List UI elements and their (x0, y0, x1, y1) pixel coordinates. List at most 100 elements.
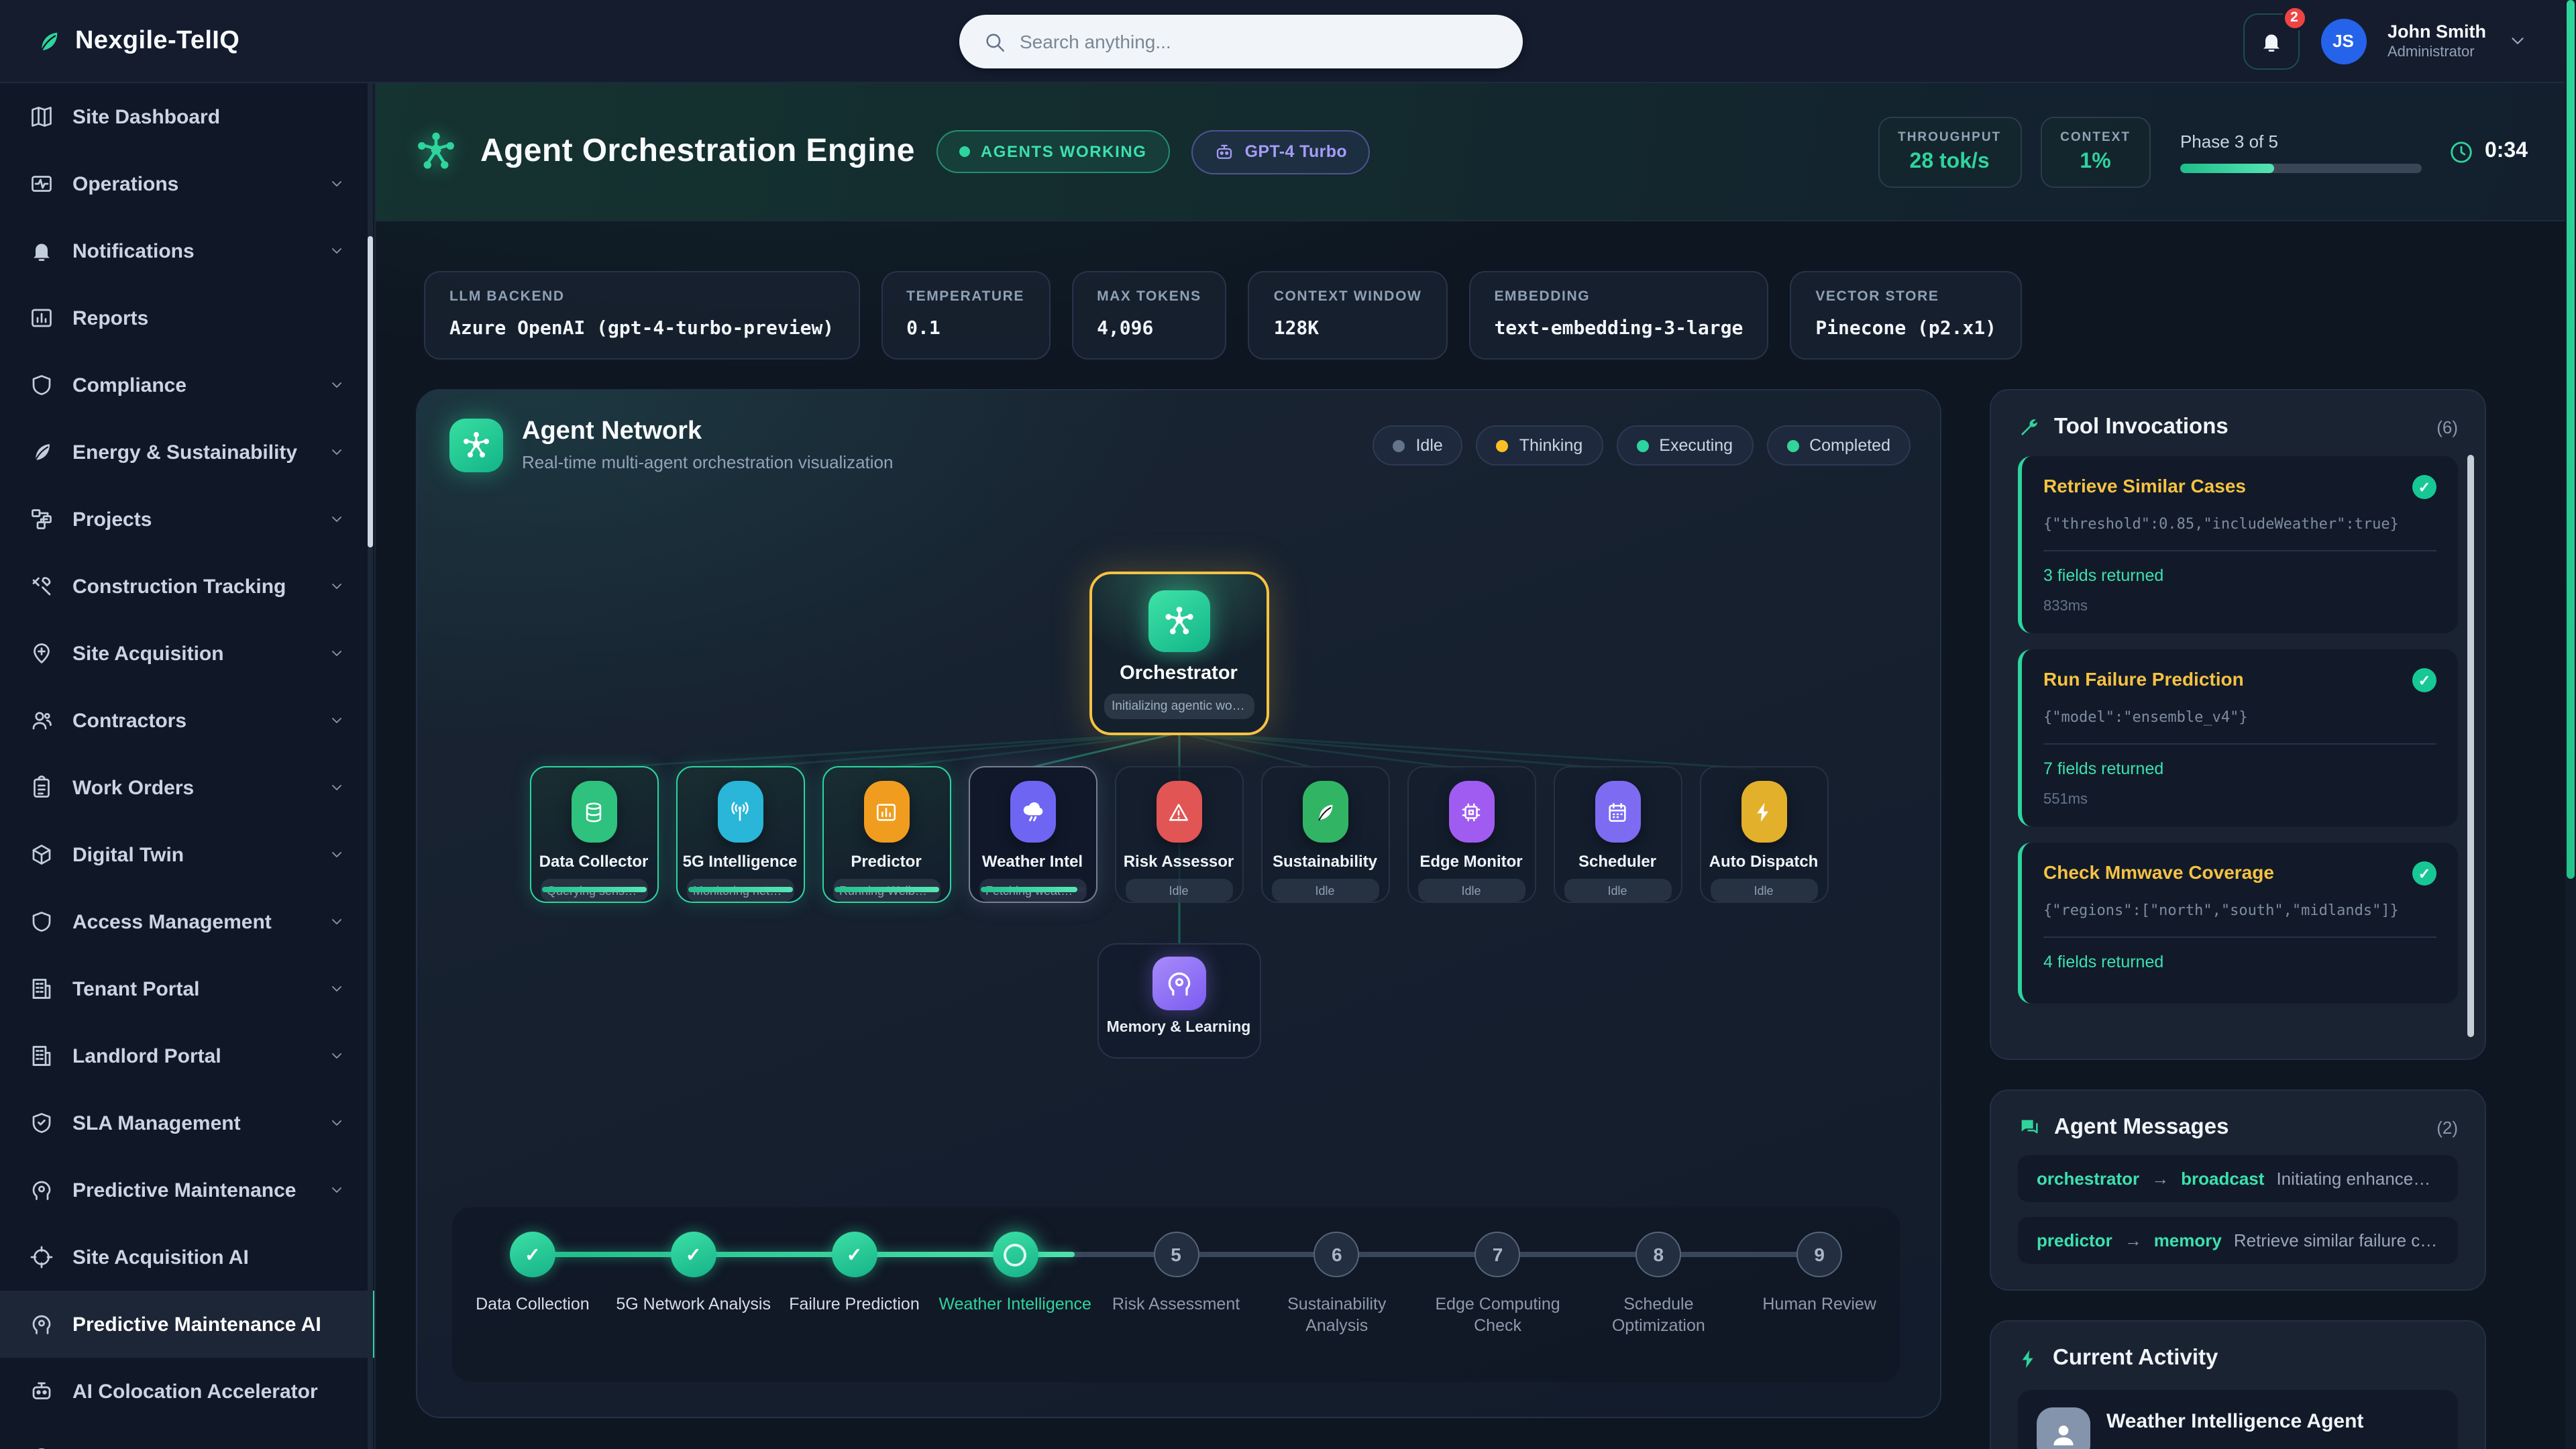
sidebar-item-reports[interactable]: Reports (0, 284, 374, 352)
sidebar-item-label: Predictive Maintenance (72, 1179, 296, 1201)
avatar[interactable]: JS (2320, 18, 2366, 64)
tool-args: {"model":"ensemble_v4"} (2043, 708, 2436, 726)
user-menu-chevron-icon[interactable] (2508, 31, 2528, 51)
sidebar-item-work-orders[interactable]: Work Orders (0, 754, 374, 821)
agent-message-row[interactable]: orchestrator → broadcast Initiating enha… (2018, 1155, 2458, 1202)
orchestrator-node[interactable]: Orchestrator Initializing agentic wor... (1089, 572, 1269, 735)
user-info: John Smith Administrator (2387, 22, 2486, 60)
sidebar-item-operations[interactable]: Operations (0, 150, 374, 217)
chevron-down-icon (329, 780, 345, 796)
sidebar-item-label: Reports (72, 307, 148, 329)
agent-card-sustainability[interactable]: Sustainability Idle (1260, 766, 1389, 903)
bolt-icon (1741, 781, 1786, 843)
notifications-button[interactable]: 2 (2243, 13, 2299, 69)
agent-progress-fill (980, 887, 1077, 892)
pipeline-step[interactable]: ✓ 5G Network Analysis (613, 1232, 774, 1337)
brand-name: Nexgile-TelIQ (75, 26, 239, 56)
sidebar-item-predictive-maintenance-ai[interactable]: Predictive Maintenance AI (0, 1291, 374, 1358)
brand[interactable]: Nexgile-TelIQ (0, 26, 239, 56)
legend-dot (1636, 439, 1648, 451)
agent-network-panel: Agent Network Real-time multi-agent orch… (416, 389, 1941, 1418)
agent-state-legend: Idle Thinking Executing Complete (1373, 425, 1911, 466)
header-metrics: THROUGHPUT 28 tok/s CONTEXT 1% Phase 3 o… (1878, 116, 2528, 187)
chevron-down-icon (329, 914, 345, 930)
config-card: EMBEDDING text-embedding-3-large (1468, 271, 1768, 360)
pipeline-step[interactable]: 6 Sustainability Analysis (1256, 1232, 1417, 1337)
elapsed-time: 0:34 (2449, 139, 2528, 164)
agent-card-auto-dispatch[interactable]: Auto Dispatch Idle (1699, 766, 1828, 903)
sidebar-item-access-management[interactable]: Access Management (0, 888, 374, 955)
sidebar-item-label: Projects (72, 508, 152, 531)
agent-card-5g-intelligence[interactable]: 5G Intelligence Monitoring netwo... (676, 766, 804, 903)
throughput-label: THROUGHPUT (1898, 129, 2001, 144)
sidebar-item-label: Site Acquisition (72, 642, 224, 665)
agent-progress-fill (541, 887, 646, 892)
pipeline-step[interactable]: ✓ Failure Prediction (774, 1232, 935, 1337)
agent-progress-fill (834, 887, 938, 892)
sitemap-icon (30, 507, 54, 531)
sidebar-item-energy-sustainability[interactable]: Energy & Sustainability (0, 419, 374, 486)
sidebar-item-ai-colocation-accelerator[interactable]: AI Colocation Accelerator (0, 1358, 374, 1425)
orchestrator-icon (1148, 590, 1210, 652)
agent-card-risk-assessor[interactable]: Risk Assessor Idle (1114, 766, 1243, 903)
sidebar-item-sla-management[interactable]: SLA Management (0, 1089, 374, 1157)
pipeline-step[interactable]: 9 Human Review (1739, 1232, 1900, 1337)
sidebar-item-landlord-portal[interactable]: Landlord Portal (0, 1022, 374, 1089)
agent-card-weather-intel[interactable]: Weather Intel Fetching weather... (968, 766, 1097, 903)
search-input[interactable] (1020, 31, 1499, 52)
agent-card-predictor[interactable]: Predictor Running Weibull ... (822, 766, 951, 903)
sidebar-item-construction-tracking[interactable]: Construction Tracking (0, 553, 374, 620)
sidebar-item-notifications[interactable]: Notifications (0, 217, 374, 284)
divider (2043, 936, 2436, 938)
sidebar-item-digital-twin[interactable]: Digital Twin (0, 821, 374, 888)
tool-invocation-card[interactable]: Run Failure Prediction ✓ {"model":"ensem… (2018, 649, 2458, 826)
app-root: Nexgile-TelIQ 2 JS John Smith Administra… (0, 0, 2576, 1449)
sidebar-item-site-acquisition-ai[interactable]: Site Acquisition AI (0, 1224, 374, 1291)
agent-progress (834, 887, 938, 892)
tool-invocation-card[interactable]: Check Mmwave Coverage ✓ {"regions":["nor… (2018, 843, 2458, 1004)
agent-name: 5G Intelligence (677, 852, 803, 871)
sidebar-item-tenant-portal[interactable]: Tenant Portal (0, 955, 374, 1022)
tool-result: 4 fields returned (2043, 953, 2436, 971)
chat-icon (2018, 1116, 2041, 1139)
pipeline-step-circle: 9 (1796, 1232, 1842, 1277)
pipeline-step[interactable]: 5 Risk Assessment (1095, 1232, 1256, 1337)
pipeline-step[interactable]: 7 Edge Computing Check (1417, 1232, 1578, 1337)
pipeline-step-mark: ✓ (847, 1243, 862, 1266)
pipeline-step[interactable]: 8 Schedule Optimization (1578, 1232, 1739, 1337)
leaf-icon (30, 440, 54, 464)
chevron-down-icon (329, 645, 345, 661)
memory-learning-node[interactable]: Memory & Learning (1097, 943, 1260, 1059)
global-search[interactable] (959, 15, 1523, 68)
config-value: 0.1 (906, 318, 1024, 339)
agent-progress (541, 887, 646, 892)
agent-messages-panel: Agent Messages (2) orchestrator → broadc… (1990, 1089, 2486, 1291)
agent-card-edge-monitor[interactable]: Edge Monitor Idle (1407, 766, 1536, 903)
agent-card-scheduler[interactable]: Scheduler Idle (1553, 766, 1682, 903)
sidebar-item-public-portal[interactable]: Public Portal (0, 1425, 374, 1449)
sidebar-item-predictive-maintenance[interactable]: Predictive Maintenance (0, 1157, 374, 1224)
top-navbar: Nexgile-TelIQ 2 JS John Smith Administra… (0, 0, 2576, 83)
sidebar-item-site-dashboard[interactable]: Site Dashboard (0, 83, 374, 150)
sidebar-item-contractors[interactable]: Contractors (0, 687, 374, 754)
sidebar-item-label: Compliance (72, 374, 186, 396)
legend-label: Executing (1659, 436, 1733, 455)
pipeline-step[interactable]: Weather Intelligence (934, 1232, 1095, 1337)
bar-chart-icon (30, 306, 54, 330)
config-card: TEMPERATURE 0.1 (881, 271, 1050, 360)
head-cog-icon (30, 1178, 54, 1202)
sidebar-item-site-acquisition[interactable]: Site Acquisition (0, 620, 374, 687)
agent-card-data-collector[interactable]: Data Collector Querying sensor ... (529, 766, 658, 903)
pipeline-step-mark: ✓ (525, 1243, 540, 1266)
pipeline-step[interactable]: ✓ Data Collection (452, 1232, 613, 1337)
tools-scrollbar-thumb[interactable] (2467, 455, 2474, 1037)
sidebar-scrollbar-thumb[interactable] (368, 236, 373, 547)
agent-message-row[interactable]: predictor → memory Retrieve similar fail… (2018, 1217, 2458, 1264)
page-scrollbar-thumb[interactable] (2567, 0, 2575, 879)
pipeline-step-circle (992, 1232, 1038, 1277)
check-icon: ✓ (2412, 475, 2436, 499)
sidebar-item-projects[interactable]: Projects (0, 486, 374, 553)
tool-invocation-card[interactable]: Retrieve Similar Cases ✓ {"threshold":0.… (2018, 456, 2458, 633)
tool-invocations-panel: Tool Invocations (6) Retrieve Similar Ca… (1990, 389, 2486, 1060)
sidebar-item-compliance[interactable]: Compliance (0, 352, 374, 419)
